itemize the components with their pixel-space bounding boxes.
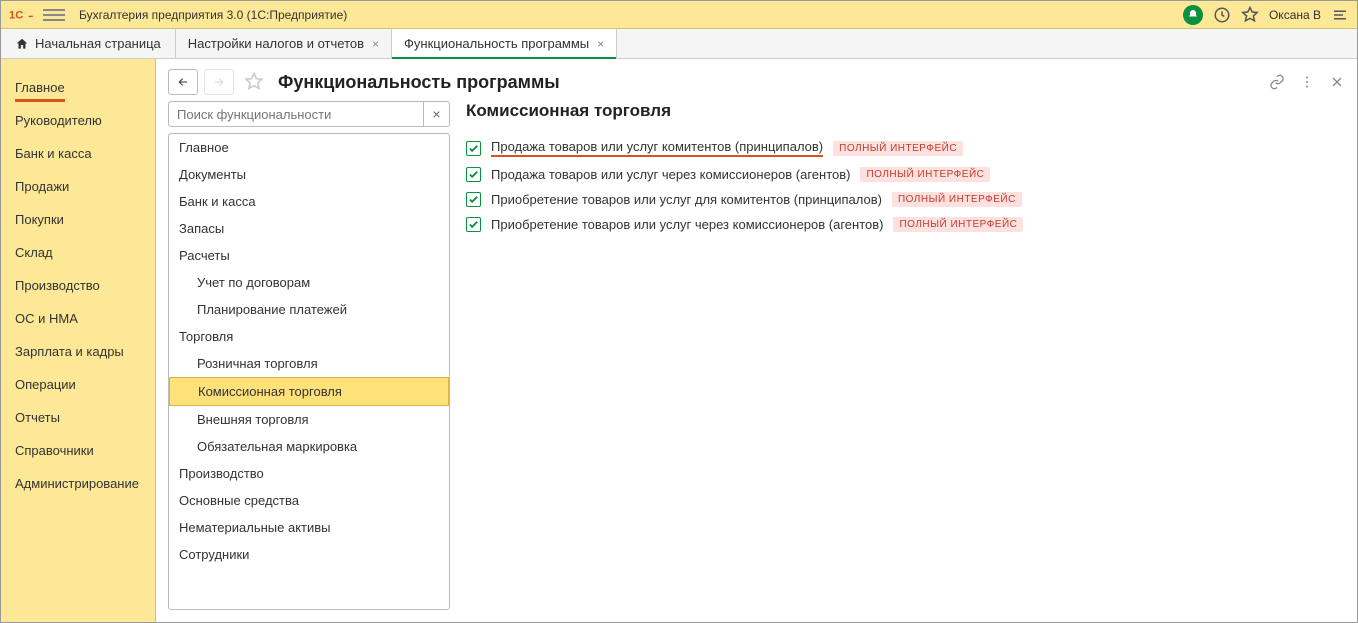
sidebar-label: Операции [15,377,76,392]
sidebar-item-reports[interactable]: Отчеты [1,401,155,434]
sidebar-item-operations[interactable]: Операции [1,368,155,401]
arrow-left-icon [176,76,190,88]
setting-label: Продажа товаров или услуг комитентов (пр… [491,139,823,157]
nav-forward-button [204,69,234,95]
sidebar: Главное Руководителю Банк и касса Продаж… [1,59,156,622]
sidebar-item-manager[interactable]: Руководителю [1,104,155,137]
sidebar-label: Зарплата и кадры [15,344,124,359]
sidebar-item-main[interactable]: Главное [1,71,155,104]
sidebar-item-hr[interactable]: Зарплата и кадры [1,335,155,368]
sidebar-label: Отчеты [15,410,60,425]
link-icon[interactable] [1269,74,1285,90]
tree-item[interactable]: Запасы [169,215,449,242]
user-name[interactable]: Оксана В [1269,8,1321,22]
tree-item[interactable]: Торговля [169,323,449,350]
notifications-icon[interactable] [1183,5,1203,25]
home-tab[interactable]: Начальная страница [1,29,176,58]
setting-label: Продажа товаров или услуг через комиссио… [491,167,850,182]
setting-row: Приобретение товаров или услуг через ком… [466,217,1345,232]
checkbox[interactable] [466,217,481,232]
sidebar-item-sales[interactable]: Продажи [1,170,155,203]
nav-back-button[interactable] [168,69,198,95]
checkbox[interactable] [466,167,481,182]
tab-functionality[interactable]: Функциональность программы × [392,29,617,58]
sidebar-label: Производство [15,278,100,293]
settings-title: Комиссионная торговля [466,101,1345,121]
app-title: Бухгалтерия предприятия 3.0 (1С:Предприя… [79,8,1183,22]
sidebar-label: Главное [15,80,65,102]
sidebar-item-purchases[interactable]: Покупки [1,203,155,236]
close-icon[interactable] [1329,74,1345,90]
sidebar-label: Банк и касса [15,146,92,161]
sidebar-item-assets[interactable]: ОС и НМА [1,302,155,335]
tree-item[interactable]: Планирование платежей [169,296,449,323]
tree-item[interactable]: Основные средства [169,487,449,514]
sidebar-item-production[interactable]: Производство [1,269,155,302]
hamburger-menu-icon[interactable] [43,4,65,26]
history-icon[interactable] [1213,6,1231,24]
tree-item[interactable]: Розничная торговля [169,350,449,377]
tabs-row: Начальная страница Настройки налогов и о… [1,29,1357,59]
sidebar-label: Покупки [15,212,64,227]
tree-item[interactable]: Документы [169,161,449,188]
setting-label: Приобретение товаров или услуг для комит… [491,192,882,207]
setting-row: Приобретение товаров или услуг для комит… [466,192,1345,207]
sidebar-label: Склад [15,245,53,260]
content-area: Функциональность программы × ГлавноеДоку… [156,59,1357,622]
sidebar-item-admin[interactable]: Администрирование [1,467,155,500]
sidebar-item-directories[interactable]: Справочники [1,434,155,467]
sidebar-label: Руководителю [15,113,102,128]
favorites-icon[interactable] [1241,6,1259,24]
sidebar-item-bank[interactable]: Банк и касса [1,137,155,170]
logo-1c-icon: 1C [9,6,37,24]
more-icon[interactable] [1299,74,1315,90]
page-title: Функциональность программы [278,72,560,93]
sidebar-label: ОС и НМА [15,311,78,326]
tab-label: Настройки налогов и отчетов [188,36,364,51]
tree-item[interactable]: Производство [169,460,449,487]
tree-item[interactable]: Учет по договорам [169,269,449,296]
window-menu-icon[interactable] [1331,6,1349,24]
arrow-right-icon [212,76,226,88]
tree-item[interactable]: Главное [169,134,449,161]
tree-item[interactable]: Комиссионная торговля [169,377,449,406]
content-header: Функциональность программы [156,59,1357,101]
interface-badge: ПОЛНЫЙ ИНТЕРФЕЙС [860,167,990,182]
sidebar-label: Администрирование [15,476,139,491]
tab-close-icon[interactable]: × [372,37,379,51]
tree-item[interactable]: Банк и касса [169,188,449,215]
tab-label: Функциональность программы [404,36,589,51]
setting-row: Продажа товаров или услуг через комиссио… [466,167,1345,182]
interface-badge: ПОЛНЫЙ ИНТЕРФЕЙС [892,192,1022,207]
sidebar-item-warehouse[interactable]: Склад [1,236,155,269]
function-tree-panel: × ГлавноеДокументыБанк и кассаЗапасыРасч… [168,101,450,610]
checkbox[interactable] [466,192,481,207]
interface-badge: ПОЛНЫЙ ИНТЕРФЕЙС [893,217,1023,232]
setting-label: Приобретение товаров или услуг через ком… [491,217,883,232]
setting-row: Продажа товаров или услуг комитентов (пр… [466,139,1345,157]
search-input[interactable] [168,101,424,127]
settings-panel: Комиссионная торговля Продажа товаров ил… [466,101,1345,610]
checkbox[interactable] [466,141,481,156]
home-icon [15,37,29,51]
sidebar-label: Справочники [15,443,94,458]
svg-text:1C: 1C [9,9,23,21]
tree-item[interactable]: Расчеты [169,242,449,269]
tree-item[interactable]: Сотрудники [169,541,449,568]
tab-tax-settings[interactable]: Настройки налогов и отчетов × [176,29,392,58]
tab-close-icon[interactable]: × [597,37,604,51]
titlebar: 1C Бухгалтерия предприятия 3.0 (1С:Предп… [1,1,1357,29]
sidebar-label: Продажи [15,179,69,194]
interface-badge: ПОЛНЫЙ ИНТЕРФЕЙС [833,141,963,156]
tree-item[interactable]: Внешняя торговля [169,406,449,433]
tree-item[interactable]: Нематериальные активы [169,514,449,541]
tree-item[interactable]: Обязательная маркировка [169,433,449,460]
favorite-star-icon[interactable] [244,72,264,92]
home-tab-label: Начальная страница [35,36,161,51]
function-tree-list[interactable]: ГлавноеДокументыБанк и кассаЗапасыРасчет… [168,133,450,610]
search-clear-button[interactable]: × [424,101,450,127]
